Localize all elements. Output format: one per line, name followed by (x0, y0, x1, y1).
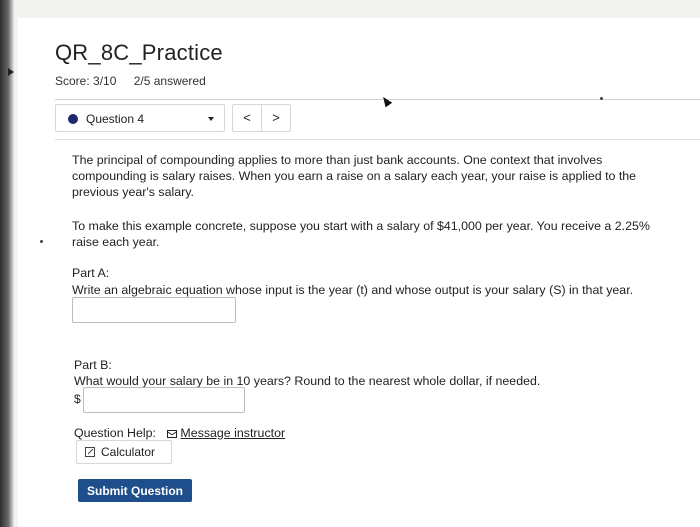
question-help-row: Question Help: Message instructor (74, 425, 285, 441)
play-icon (8, 68, 14, 76)
header-divider (55, 99, 700, 100)
previous-question-button[interactable]: < (232, 104, 262, 132)
calculator-label: Calculator (101, 445, 156, 459)
screen: QR_8C_Practice Score: 3/10 2/5 answered … (0, 0, 700, 527)
speck (40, 240, 43, 243)
submit-question-button[interactable]: Submit Question (78, 479, 192, 502)
part-b-label: Part B: (74, 358, 112, 372)
next-question-button[interactable]: > (261, 104, 291, 132)
answered-count: 2/5 answered (133, 74, 206, 88)
question-help-label: Question Help: (74, 426, 156, 440)
speck (600, 97, 603, 100)
status-dot-icon (68, 114, 78, 124)
dollar-prefix: $ (74, 392, 81, 406)
calculator-button[interactable]: Calculator (76, 440, 172, 464)
message-instructor-text: Message instructor (180, 426, 286, 440)
page-title: QR_8C_Practice (55, 40, 223, 65)
part-a-prompt: Write an algebraic equation whose input … (72, 283, 634, 297)
question-paragraph-2: To make this example concrete, suppose y… (72, 219, 650, 249)
part-a-answer-input[interactable] (72, 297, 236, 323)
part-a-label: Part A: (72, 266, 110, 280)
chevron-down-icon (208, 117, 214, 121)
mail-icon (167, 430, 178, 438)
nav-divider (55, 139, 700, 140)
left-edge (0, 0, 14, 527)
score-text: Score: 3/10 (55, 74, 117, 88)
part-b-answer-input[interactable] (83, 387, 245, 413)
calculator-icon (85, 447, 95, 457)
question-select-label: Question 4 (86, 112, 145, 126)
message-instructor-link[interactable]: Message instructor (167, 426, 285, 440)
question-paragraph-1: The principal of compounding applies to … (72, 153, 637, 199)
question-select[interactable]: Question 4 (55, 104, 225, 132)
score-row: Score: 3/10 2/5 answered (55, 74, 206, 88)
